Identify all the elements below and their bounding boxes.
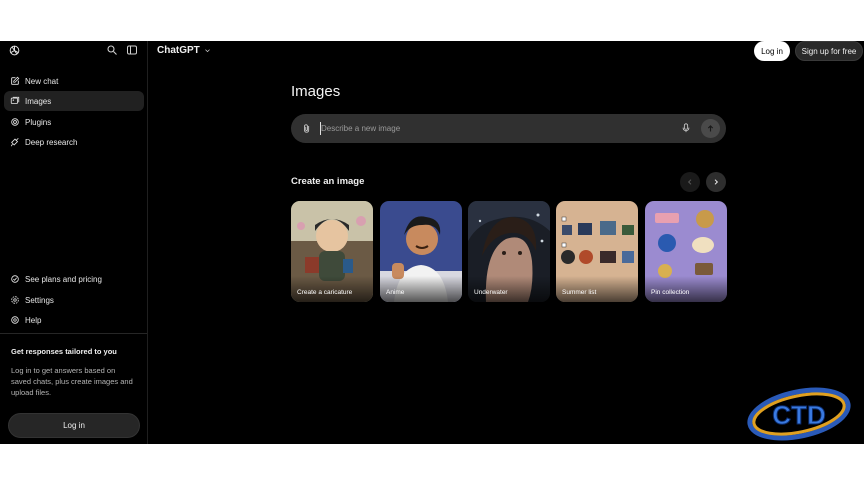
style-card-anime[interactable]: Anime (380, 201, 462, 302)
section-title: Create an image (291, 176, 365, 187)
promo-text: Log in to get answers based on saved cha… (11, 366, 133, 397)
carousel-prev-button[interactable] (680, 172, 700, 192)
openai-logo-icon[interactable] (8, 44, 21, 57)
card-label: Anime (386, 289, 405, 296)
sidebar-item-plugins[interactable]: Plugins (4, 112, 144, 132)
images-icon (10, 96, 20, 104)
help-icon (11, 316, 19, 324)
attach-icon[interactable] (302, 123, 312, 134)
model-selector[interactable]: ChatGPT (157, 45, 211, 56)
chevron-right-icon (714, 179, 719, 185)
style-card-pin-collection[interactable]: Pin collection (645, 201, 727, 302)
card-label: Pin collection (651, 289, 690, 296)
ctd-watermark-logo: CTD (747, 387, 851, 441)
settings-icon (11, 296, 19, 304)
chevron-down-icon (204, 49, 210, 53)
sidebar-item-label: Deep research (25, 137, 78, 147)
sidebar-item-label: See plans and pricing (25, 274, 102, 284)
card-label: Summer list (562, 289, 597, 296)
plugins-icon (11, 118, 19, 126)
carousel-next-button[interactable] (706, 172, 726, 192)
card-label: Create a caricature (297, 289, 353, 296)
style-card-caricature[interactable]: Create a caricature (291, 201, 373, 302)
promo-title: Get responses tailored to you (11, 347, 117, 356)
arrow-up-icon (707, 125, 714, 132)
sidebar-toggle-icon[interactable] (126, 44, 138, 56)
new-chat-icon (11, 76, 20, 85)
deep-research-icon (10, 137, 19, 147)
chevron-left-icon (687, 179, 692, 185)
sidebar-login-button[interactable]: Log in (8, 413, 140, 438)
sidebar: New chat Images Plugins Deep research Se… (0, 41, 148, 444)
microphone-icon[interactable] (681, 122, 691, 134)
sidebar-item-label: New chat (25, 76, 59, 86)
header-login-button[interactable]: Log in (754, 41, 790, 61)
image-prompt-input[interactable] (321, 121, 651, 136)
page-title: Images (291, 83, 341, 100)
sidebar-item-label: Help (25, 315, 42, 325)
sidebar-item-plans[interactable]: See plans and pricing (4, 269, 144, 289)
style-card-underwater[interactable]: Underwater (468, 201, 550, 302)
sidebar-divider (0, 333, 147, 334)
app-window: New chat Images Plugins Deep research Se… (0, 41, 864, 444)
sidebar-item-new-chat[interactable]: New chat (4, 71, 144, 91)
style-card-summer-list[interactable]: Summer list (556, 201, 638, 302)
send-button[interactable] (701, 119, 720, 138)
search-icon[interactable] (106, 44, 118, 56)
sidebar-item-label: Plugins (25, 117, 52, 127)
sidebar-item-label: Settings (25, 295, 54, 305)
image-prompt-bar (291, 114, 726, 143)
watermark-text: CTD (772, 400, 825, 430)
sidebar-item-settings[interactable]: Settings (4, 290, 144, 310)
card-label: Underwater (474, 289, 508, 296)
sidebar-item-label: Images (25, 96, 52, 106)
plans-icon (11, 275, 19, 283)
model-name: ChatGPT (157, 45, 200, 56)
signup-button[interactable]: Sign up for free (795, 41, 863, 61)
sidebar-item-help[interactable]: Help (4, 310, 144, 330)
sidebar-item-images[interactable]: Images (4, 91, 144, 111)
sidebar-item-deep-research[interactable]: Deep research (4, 132, 144, 152)
